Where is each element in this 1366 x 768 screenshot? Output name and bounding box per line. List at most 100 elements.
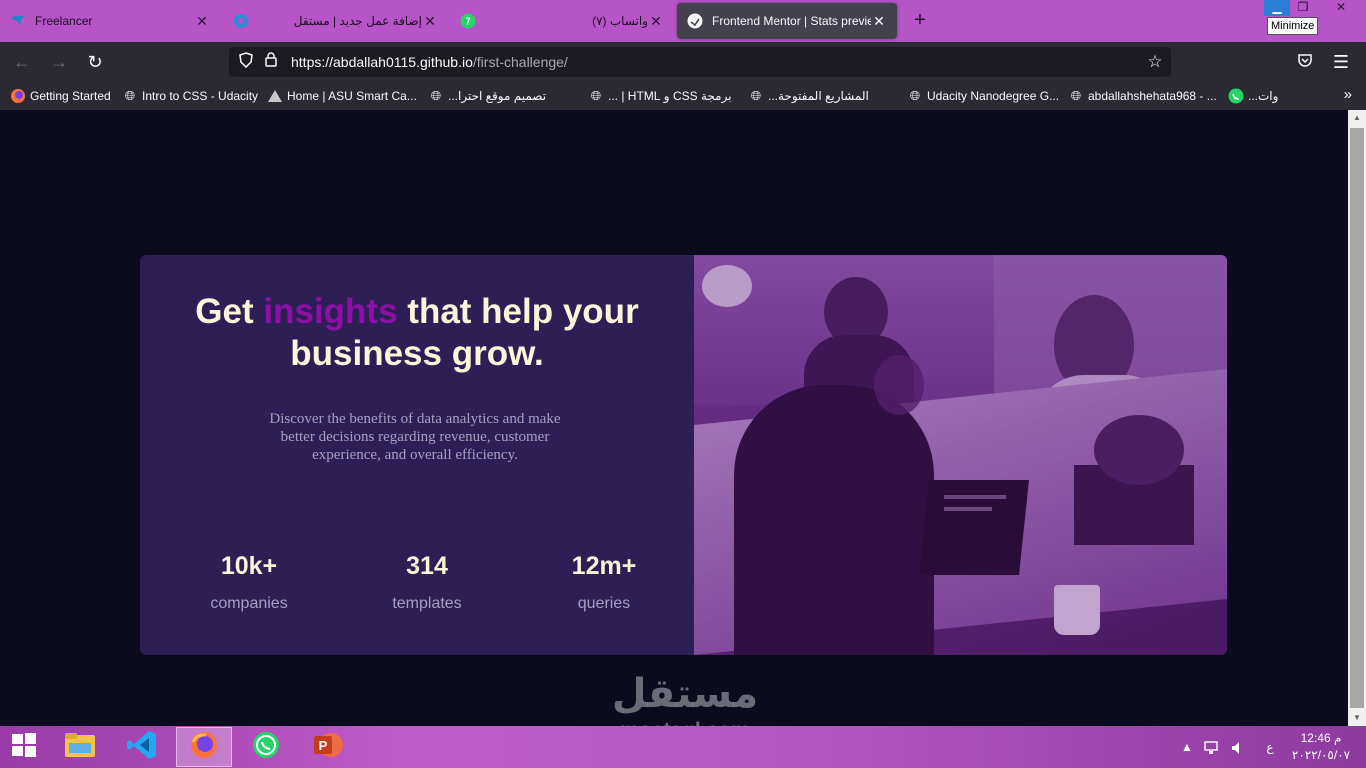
frontend-mentor-icon <box>687 13 703 29</box>
watermark-arabic: مستقل <box>611 672 759 716</box>
back-button[interactable]: ← <box>10 50 34 74</box>
close-window-button[interactable]: ✕ <box>1324 0 1358 16</box>
bookmark-item[interactable]: 🌐︎ abdallahshehata968 - ... <box>1068 87 1217 105</box>
svg-text:P: P <box>319 738 328 753</box>
taskbar-file-explorer[interactable] <box>52 727 108 767</box>
svg-text:7: 7 <box>465 17 471 28</box>
bookmark-item[interactable]: 🌐︎ Udacity Nanodegree G... <box>907 87 1059 105</box>
url-path: /first-challenge/ <box>472 54 568 70</box>
tab-title: إضافة عمل جديد | مستقل <box>293 14 422 28</box>
input-language[interactable]: ع <box>1260 726 1280 768</box>
stat-value: 314 <box>406 552 448 580</box>
hamburger-icon: ☰ <box>1332 52 1350 72</box>
bookmark-label: Getting Started <box>30 89 111 103</box>
file-explorer-icon <box>64 731 96 764</box>
taskbar-vscode[interactable] <box>114 727 170 767</box>
minimize-tooltip: Minimize <box>1267 17 1319 35</box>
taskbar-powerpoint[interactable]: P <box>300 727 356 767</box>
bookmark-label: Udacity Nanodegree G... <box>927 89 1060 103</box>
bookmark-label: abdallahshehata968 - ... <box>1088 89 1217 103</box>
arrow-right-icon: → <box>50 52 68 72</box>
stats-card: Get insights that help your business gro… <box>140 255 1227 655</box>
photo-purple-overlay <box>694 255 1227 655</box>
taskbar-firefox[interactable] <box>176 727 232 767</box>
bookmark-item[interactable]: 🌐︎ المشاريع المفتوحة... <box>748 87 869 105</box>
page-scrollbar[interactable]: ▲ ▼ <box>1348 110 1366 726</box>
forward-button[interactable]: → <box>47 50 71 74</box>
globe-icon: 🌐︎ <box>1070 88 1082 103</box>
scrollbar-thumb[interactable] <box>1350 128 1364 708</box>
tab-mostaql[interactable]: إضافة عمل جديد | مستقل ✕ <box>223 3 448 39</box>
restore-button[interactable]: ❐ <box>1290 0 1316 16</box>
close-icon[interactable]: ✕ <box>422 13 438 30</box>
tab-title: واتساب (٧) <box>592 14 648 28</box>
headline-accent: insights <box>263 292 398 331</box>
close-icon[interactable]: ✕ <box>648 13 664 30</box>
tab-strip: Freelancer ✕ إضافة عمل جديد | مستقل ✕ 7 … <box>0 0 1366 42</box>
stat-label: templates <box>392 595 462 612</box>
tray-overflow-icon[interactable]: ▲ <box>1180 726 1194 768</box>
bookmark-item[interactable]: Getting Started <box>10 87 111 105</box>
bookmark-label: تصميم موقع احترا... <box>448 89 547 103</box>
whatsapp-icon <box>251 730 281 765</box>
new-tab-button[interactable]: + <box>908 8 932 32</box>
close-icon[interactable]: ✕ <box>194 13 210 30</box>
reload-button[interactable]: ↻ <box>83 50 107 74</box>
reload-icon: ↻ <box>87 52 103 72</box>
lock-icon[interactable] <box>263 52 279 72</box>
scroll-up-icon[interactable]: ▲ <box>1348 110 1366 126</box>
menu-button[interactable]: ☰ <box>1329 50 1353 74</box>
globe-icon: 🌐︎ <box>909 88 921 103</box>
page-viewport: Get insights that help your business gro… <box>0 110 1348 726</box>
url-host: https://abdallah0115.github.io <box>291 54 473 70</box>
volume-icon[interactable] <box>1228 726 1248 768</box>
globe-icon: 🌐︎ <box>430 88 442 103</box>
freelancer-logo-icon <box>10 13 26 29</box>
close-icon: ✕ <box>1335 0 1347 14</box>
globe-icon: 🌐︎ <box>590 88 602 103</box>
bookmark-item[interactable]: وات... <box>1228 87 1278 105</box>
restore-icon: ❐ <box>1297 0 1309 14</box>
pocket-button[interactable] <box>1293 50 1317 74</box>
tab-whatsapp[interactable]: 7 واتساب (٧) ✕ <box>450 3 674 39</box>
navigation-bar: ← → ↻ https://abdallah0115.github.io/fir… <box>0 42 1366 82</box>
tab-title: Frontend Mentor | Stats preview <box>712 14 871 28</box>
bookmark-item[interactable]: 🌐︎ تصميم موقع احترا... <box>428 87 546 105</box>
windows-logo-icon <box>11 732 37 763</box>
minimize-button[interactable]: ▁ <box>1264 0 1290 16</box>
bookmark-item[interactable]: Home | ASU Smart Ca... <box>267 87 417 105</box>
clock-date: ٢٠٢٢/٠٥/٠٧ <box>1291 748 1351 762</box>
url-bar[interactable]: https://abdallah0115.github.io/first-cha… <box>229 47 1171 77</box>
bookmark-item[interactable]: 🌐︎ Intro to CSS - Udacity <box>122 87 258 105</box>
tab-freelancer[interactable]: Freelancer ✕ <box>0 3 220 39</box>
scroll-down-icon[interactable]: ▼ <box>1348 710 1366 726</box>
bookmark-star-icon[interactable]: ☆ <box>1145 51 1165 73</box>
bookmark-label: وات... <box>1248 89 1279 103</box>
bookmark-label: برمجة CSS و HTML | ... <box>608 89 732 103</box>
chevron-double-right-icon[interactable]: » <box>1344 86 1352 103</box>
bookmarks-toolbar: Getting Started 🌐︎ Intro to CSS - Udacit… <box>0 82 1366 110</box>
windows-taskbar: P ▲ ع 12:46 م ٢٠٢٢/٠٥/٠٧ <box>0 726 1366 768</box>
vscode-icon <box>126 729 158 766</box>
taskbar-clock[interactable]: 12:46 م ٢٠٢٢/٠٥/٠٧ <box>1288 730 1354 764</box>
firefox-icon <box>189 730 219 765</box>
url-text[interactable]: https://abdallah0115.github.io/first-cha… <box>291 54 568 70</box>
bookmark-item[interactable]: 🌐︎ برمجة CSS و HTML | ... <box>588 87 732 105</box>
minimize-icon: ▁ <box>1272 0 1282 14</box>
globe-icon: 🌐︎ <box>750 88 762 103</box>
bookmark-label: Home | ASU Smart Ca... <box>287 89 417 103</box>
stat-templates: 314 templates <box>342 551 512 614</box>
bookmark-label: المشاريع المفتوحة... <box>768 89 869 103</box>
stat-label: companies <box>210 595 288 612</box>
taskbar-whatsapp[interactable] <box>238 727 294 767</box>
globe-icon: 🌐︎ <box>124 88 136 103</box>
card-content: Get insights that help your business gro… <box>140 255 694 655</box>
network-icon[interactable] <box>1200 726 1222 768</box>
stat-value: 10k+ <box>220 552 278 580</box>
tab-frontend-mentor[interactable]: Frontend Mentor | Stats preview ✕ <box>677 3 897 39</box>
close-icon[interactable]: ✕ <box>871 13 887 30</box>
powerpoint-icon: P <box>312 730 344 765</box>
tab-title: Freelancer <box>35 14 93 28</box>
start-button[interactable] <box>0 727 48 767</box>
shield-icon[interactable] <box>237 52 255 72</box>
